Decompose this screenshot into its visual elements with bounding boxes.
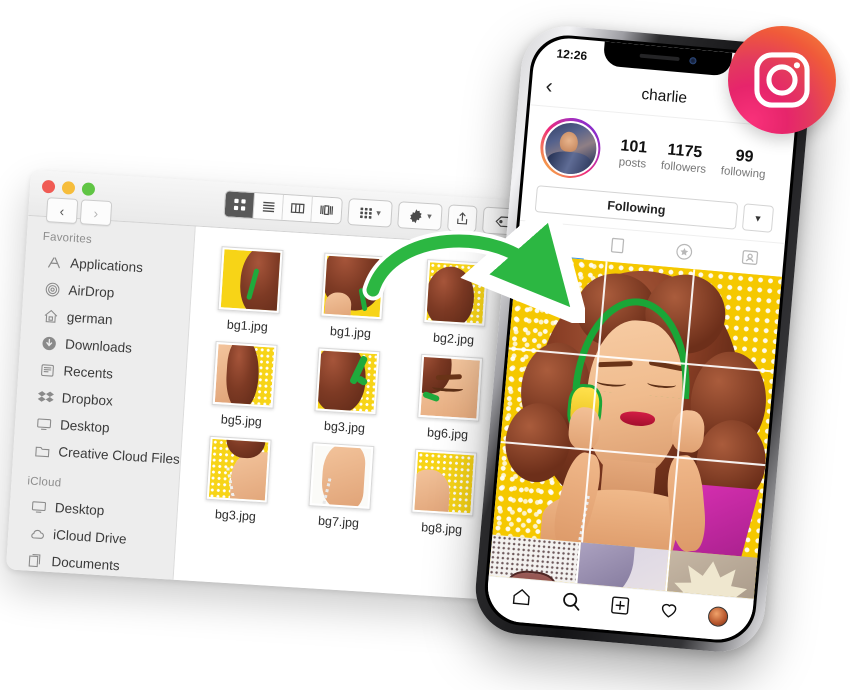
home-icon [41, 307, 59, 325]
file-thumbnail[interactable] [411, 448, 478, 517]
view-mode-segmented-control[interactable] [223, 190, 343, 225]
list-view-button[interactable] [253, 193, 284, 220]
file-name: bg2.jpg [432, 330, 475, 348]
file-name: bg7.jpg [317, 513, 360, 531]
file-name: bg1.jpg [226, 317, 269, 335]
file-name: bg6.jpg [426, 425, 469, 442]
avatar-image [540, 118, 601, 178]
earpiece-speaker [639, 53, 680, 62]
home-icon [513, 588, 530, 605]
phone-screen[interactable]: 12:26 ‹ charlie 101 posts 1175 followers… [484, 35, 802, 643]
file-item[interactable]: bg1.jpg [195, 245, 303, 336]
finder-sidebar: Favorites Applications AirDrop german Do… [5, 215, 196, 580]
status-time: 12:26 [555, 46, 588, 64]
stat-number: 1175 [666, 140, 703, 161]
instagram-logo[interactable] [728, 26, 836, 134]
file-name: bg3.jpg [214, 507, 257, 524]
desktop-icon [29, 498, 47, 516]
dropbox-icon [36, 388, 54, 406]
feed-icon [611, 237, 625, 254]
cloud-icon [28, 525, 46, 543]
window-traffic-lights [41, 179, 96, 197]
stat-following[interactable]: 99 following [720, 146, 767, 181]
gallery-view-button[interactable] [311, 196, 342, 224]
file-thumbnail[interactable] [314, 347, 381, 416]
minimize-button[interactable] [61, 181, 76, 195]
stat-followers[interactable]: 1175 followers [660, 140, 708, 175]
file-name: bg1.jpg [329, 324, 372, 341]
plus-square-icon [611, 595, 630, 615]
icon-view-button[interactable] [224, 191, 256, 219]
file-name: bg8.jpg [420, 520, 463, 537]
file-name: bg5.jpg [220, 412, 263, 429]
airdrop-icon [43, 280, 61, 298]
star-icon [676, 243, 692, 260]
downloads-icon [40, 334, 58, 352]
zoom-button[interactable] [81, 182, 96, 197]
grid-post-bang[interactable]: BANG! [662, 550, 758, 599]
documents-icon [26, 552, 44, 570]
nav-home[interactable] [510, 585, 533, 613]
chevron-down-icon: ▼ [753, 212, 763, 224]
heart-icon [662, 603, 677, 618]
sidebar-item-label: Desktop [59, 417, 111, 436]
file-thumbnail[interactable] [211, 340, 278, 409]
avatar[interactable] [537, 115, 603, 181]
nav-profile-avatar[interactable] [707, 605, 729, 627]
sidebar-item-label: Dropbox [61, 390, 114, 409]
search-icon [562, 592, 580, 611]
sidebar-item-label: german [66, 309, 114, 328]
stat-number: 101 [619, 136, 648, 157]
file-item[interactable]: bg5.jpg [189, 340, 297, 431]
sidebar-item-label: iCloud Drive [52, 527, 128, 547]
back-button[interactable]: ‹ [45, 197, 79, 224]
stat-label: posts [618, 155, 647, 171]
stat-posts[interactable]: 101 posts [618, 137, 648, 170]
nav-add-post[interactable] [608, 594, 631, 622]
nav-search[interactable] [559, 589, 582, 617]
applications-icon [45, 253, 63, 271]
sidebar-item-label: Downloads [64, 336, 133, 356]
tagged-person-icon [742, 250, 759, 265]
drag-arrow [362, 218, 585, 323]
sidebar-item-label: Creative Cloud Files [57, 444, 181, 467]
forward-button[interactable]: › [79, 199, 113, 227]
file-item[interactable]: bg3.jpg [183, 434, 291, 525]
sidebar-item-label: Documents [51, 554, 121, 574]
sidebar-item-label: Desktop [54, 500, 105, 519]
profile-stats: 101 posts 1175 followers 99 following [611, 136, 779, 181]
front-camera-icon [688, 56, 697, 65]
file-thumbnail[interactable] [217, 246, 284, 314]
stat-label: following [720, 164, 766, 181]
nav-activity[interactable] [658, 598, 681, 626]
suggestions-dropdown-button[interactable]: ▼ [741, 203, 775, 233]
recents-icon [38, 361, 56, 379]
file-name: bg3.jpg [323, 418, 366, 436]
file-thumbnail[interactable] [417, 353, 484, 422]
sidebar-item-label: Recents [63, 363, 114, 382]
file-item[interactable]: bg6.jpg [396, 353, 504, 444]
folder-icon [33, 442, 51, 460]
desktop-icon [35, 415, 53, 433]
file-item[interactable]: bg3.jpg [293, 346, 401, 437]
close-button[interactable] [41, 179, 56, 194]
navigation-buttons: ‹ › [45, 197, 113, 227]
sidebar-item-label: Applications [69, 255, 144, 276]
file-thumbnail[interactable] [205, 435, 272, 504]
column-view-button[interactable] [282, 194, 313, 222]
screenshot-stage: ‹ › ▾ ▾ Favorites Applications AirDrop g… [0, 0, 850, 690]
file-thumbnail[interactable] [308, 442, 375, 510]
sidebar-item-label: AirDrop [68, 282, 115, 301]
file-item[interactable]: bg7.jpg [287, 441, 395, 532]
instagram-glyph [754, 52, 810, 108]
